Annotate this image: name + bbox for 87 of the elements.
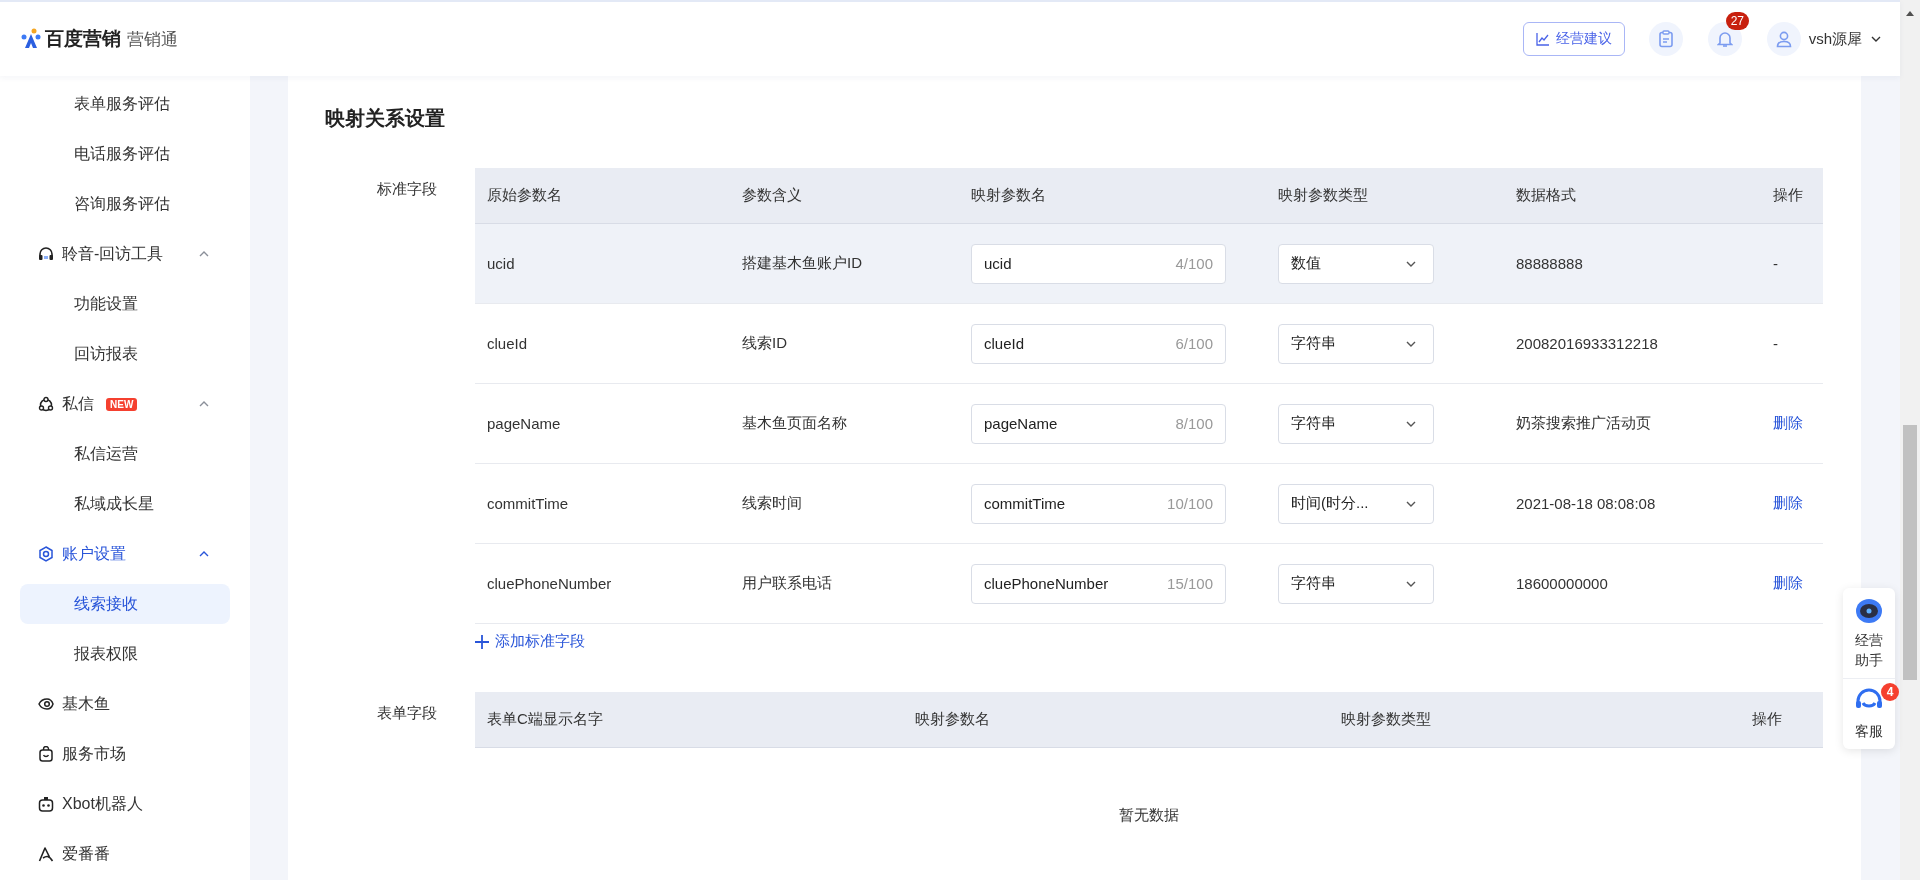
character-count: 15/100 bbox=[1167, 574, 1213, 592]
peak-icon bbox=[38, 846, 54, 862]
column-header: 操作 bbox=[1772, 186, 1804, 205]
table-cell-text: pageName bbox=[486, 415, 562, 432]
add-standard-field-link[interactable]: 添加标准字段 bbox=[475, 632, 585, 651]
character-count: 6/100 bbox=[1175, 334, 1213, 352]
chat-nodes-icon bbox=[38, 396, 54, 412]
field-group-label: 表单字段 bbox=[377, 703, 437, 723]
line-chart-icon bbox=[1535, 32, 1550, 46]
sidebar-item[interactable]: 报表权限 bbox=[74, 643, 138, 665]
type-select[interactable]: 字符串 bbox=[1278, 403, 1434, 444]
sidebar-item[interactable]: 回访报表 bbox=[74, 343, 138, 365]
robot-icon bbox=[38, 796, 54, 812]
notification-count: 27 bbox=[1725, 12, 1749, 30]
column-header: 原始参数名 bbox=[486, 186, 563, 205]
sidebar-item[interactable]: 咨询服务评估 bbox=[74, 193, 170, 215]
advice-button[interactable]: 经营建议 bbox=[1522, 22, 1625, 56]
sidebar-item[interactable]: 线索接收 bbox=[74, 593, 138, 615]
table-cell-text: 2021-08-18 08:08:08 bbox=[1515, 495, 1657, 512]
sidebar-item[interactable]: Xbot机器人 bbox=[62, 793, 143, 815]
table-cell-text: 线索ID bbox=[741, 334, 788, 353]
sidebar-item[interactable]: 基木鱼 bbox=[62, 693, 110, 715]
sidebar-item[interactable]: 表单服务评估 bbox=[74, 93, 170, 115]
column-header: 操作 bbox=[1751, 709, 1783, 729]
delete-link[interactable]: 删除 bbox=[1761, 574, 1823, 593]
plus-icon bbox=[475, 634, 489, 649]
column-header: 映射参数类型 bbox=[1277, 186, 1369, 205]
scrollbar-drawing[interactable] bbox=[1900, 0, 1920, 880]
type-select[interactable]: 字符串 bbox=[1278, 323, 1434, 364]
column-header: 映射参数名 bbox=[914, 709, 991, 729]
robot-head-icon bbox=[1854, 596, 1884, 626]
delete-link[interactable]: 删除 bbox=[1761, 414, 1823, 433]
brand-name: 百度营销 bbox=[45, 27, 121, 51]
product-name: 营销通 bbox=[127, 28, 178, 51]
table-cell-text: 20082016933312218 bbox=[1515, 335, 1659, 352]
sidebar-item[interactable]: 服务市场 bbox=[62, 743, 126, 765]
clipboard-icon bbox=[1657, 30, 1674, 48]
table-cell-text: ucid bbox=[486, 255, 516, 272]
table-cell-text: - bbox=[1772, 335, 1779, 352]
table-cell-text: 用户联系电话 bbox=[741, 574, 833, 593]
float-label: 经营助手 bbox=[1855, 631, 1883, 670]
type-select[interactable]: 时间(时分... bbox=[1278, 483, 1434, 524]
column-header: 映射参数类型 bbox=[1340, 709, 1432, 729]
headset-icon bbox=[38, 246, 54, 262]
type-select[interactable]: 数值 bbox=[1278, 243, 1434, 284]
character-count: 8/100 bbox=[1175, 414, 1213, 432]
sidebar-item[interactable]: 功能设置 bbox=[74, 293, 138, 315]
column-header: 参数含义 bbox=[741, 186, 803, 205]
float-label: 客服 bbox=[1855, 722, 1883, 741]
empty-message: 暂无数据 bbox=[1119, 805, 1179, 825]
table-cell-text: 奶茶搜索推广活动页 bbox=[1515, 414, 1652, 433]
assistant-button[interactable]: 经营助手 bbox=[1843, 588, 1895, 679]
delete-link[interactable]: 删除 bbox=[1761, 494, 1823, 513]
table-cell-text: commitTime bbox=[486, 495, 570, 512]
field-group-label: 标准字段 bbox=[377, 180, 437, 199]
bell-icon bbox=[1716, 30, 1733, 48]
column-header: 映射参数名 bbox=[970, 186, 1047, 205]
sidebar-item[interactable]: 电话服务评估 bbox=[74, 143, 170, 165]
section-title: 映射关系设置 bbox=[325, 105, 446, 131]
table-cell-text: 线索时间 bbox=[741, 494, 803, 513]
table-cell-text: clueId bbox=[486, 335, 529, 352]
bag-icon bbox=[38, 746, 54, 762]
character-count: 4/100 bbox=[1175, 254, 1213, 272]
sidebar-item[interactable]: 私信 bbox=[62, 393, 94, 415]
table-cell-text: - bbox=[1772, 255, 1779, 272]
table-cell-text: 88888888 bbox=[1515, 255, 1584, 272]
hexagon-icon bbox=[38, 546, 54, 562]
column-header: 数据格式 bbox=[1515, 186, 1577, 205]
table-cell-text: 18600000000 bbox=[1515, 575, 1609, 592]
count-badge: 4 bbox=[1881, 683, 1899, 701]
new-badge: NEW bbox=[106, 397, 138, 411]
sidebar-item[interactable]: 账户设置 bbox=[62, 543, 126, 565]
user-name[interactable]: vsh源犀 bbox=[1808, 29, 1862, 49]
eye-icon bbox=[38, 696, 54, 712]
sidebar-item[interactable]: 爱番番 bbox=[62, 843, 110, 865]
table-cell-text: cluePhoneNumber bbox=[486, 575, 613, 592]
logo-icon bbox=[20, 28, 42, 50]
sidebar-item[interactable]: 私信运营 bbox=[74, 443, 138, 465]
table-cell-text: 基木鱼页面名称 bbox=[741, 414, 848, 433]
table-cell-text: 搭建基木鱼账户ID bbox=[741, 254, 863, 273]
sidebar-item[interactable]: 聆音-回访工具 bbox=[62, 243, 164, 265]
clipboard-button[interactable] bbox=[1648, 22, 1683, 56]
type-select[interactable]: 字符串 bbox=[1278, 563, 1434, 604]
column-header: 表单C端显示名字 bbox=[486, 709, 604, 729]
sidebar-item[interactable]: 私域成长星 bbox=[74, 493, 154, 515]
character-count: 10/100 bbox=[1167, 494, 1213, 512]
user-icon bbox=[1775, 30, 1792, 48]
